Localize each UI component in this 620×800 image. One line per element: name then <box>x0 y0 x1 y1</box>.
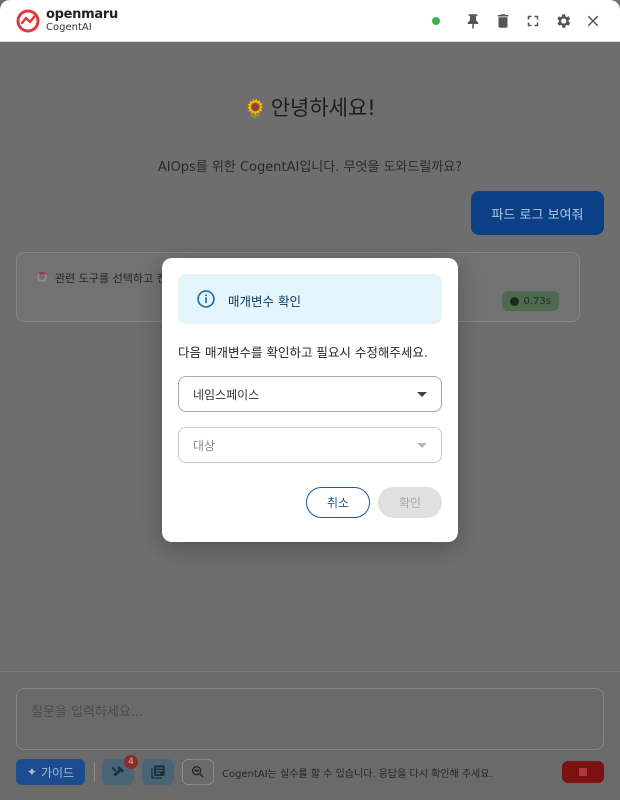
target-select[interactable]: 대상 <box>178 427 442 463</box>
user-message-bubble: 파드 로그 보여줘 <box>471 191 604 235</box>
brand-name: openmaru <box>46 7 118 22</box>
loading-spinner-icon <box>37 272 47 282</box>
library-button[interactable] <box>142 759 174 785</box>
guide-label: 가이드 <box>40 765 75 780</box>
close-icon <box>587 15 599 27</box>
dialog-title: 매개변수 확인 <box>228 294 301 309</box>
fullscreen-button[interactable] <box>522 10 544 32</box>
dialog-banner: 매개변수 확인 <box>178 274 442 324</box>
tools-icon <box>111 766 124 777</box>
namespace-select-label: 네임스페이스 <box>193 387 260 402</box>
disclaimer-text: CogentAI는 실수를 할 수 있습니다. 응답을 다시 확인해 주세요. <box>222 769 493 780</box>
question-input[interactable] <box>17 689 603 749</box>
sparkle-icon: ✦ <box>26 765 37 779</box>
dialog-message: 다음 매개변수를 확인하고 필요시 수정해주세요. <box>178 345 428 360</box>
elapsed-time-badge: 0.73s <box>501 291 559 311</box>
connection-status-dot <box>432 17 440 25</box>
greeting-text: 안녕하세요! <box>270 96 376 120</box>
pin-icon <box>467 14 479 29</box>
library-icon <box>151 765 165 779</box>
header-actions <box>432 10 604 32</box>
brand-subtitle: CogentAI <box>46 22 92 33</box>
sunflower-icon: 🌻 <box>244 99 267 120</box>
analyze-icon <box>192 765 204 778</box>
target-select-label: 대상 <box>193 438 216 453</box>
tools-count-badge: 4 <box>124 755 138 769</box>
stop-icon <box>579 768 587 776</box>
openmaru-logo <box>16 9 40 33</box>
brand: openmaru CogentAI <box>46 8 118 34</box>
chevron-down-icon <box>417 392 427 397</box>
analyze-button[interactable] <box>182 759 214 785</box>
info-icon <box>197 290 215 308</box>
close-button[interactable] <box>582 10 604 32</box>
assistant-status-text: 관련 도구를 선택하고 컨 <box>55 272 167 285</box>
namespace-select[interactable]: 네임스페이스 <box>178 376 442 412</box>
greeting: 🌻 안녕하세요! <box>0 92 620 122</box>
chevron-down-icon <box>417 443 427 448</box>
cancel-button[interactable]: 취소 <box>306 487 370 518</box>
input-area: ✦ 가이드 4 CogentAI는 실수를 할 수 있습니다. 응답을 다시 확… <box>0 671 620 800</box>
elapsed-time: 0.73s <box>523 295 551 307</box>
fullscreen-icon <box>527 15 539 27</box>
parameter-confirm-dialog: 매개변수 확인 다음 매개변수를 확인하고 필요시 수정해주세요. 네임스페이스… <box>162 258 458 542</box>
pin-button[interactable] <box>462 10 484 32</box>
stop-button[interactable] <box>562 761 604 783</box>
gear-icon <box>557 14 571 28</box>
trash-icon <box>497 14 509 28</box>
confirm-button[interactable]: 확인 <box>378 487 442 518</box>
toolbar-divider <box>94 762 95 782</box>
settings-button[interactable] <box>552 10 574 32</box>
app-header: openmaru CogentAI <box>0 0 620 42</box>
question-input-box <box>16 688 604 750</box>
guide-button[interactable]: ✦ 가이드 <box>16 759 85 785</box>
delete-button[interactable] <box>492 10 514 32</box>
stopwatch-icon <box>509 296 519 306</box>
intro-text: AIOps를 위한 CogentAI입니다. 무엇을 도와드릴까요? <box>157 160 463 175</box>
